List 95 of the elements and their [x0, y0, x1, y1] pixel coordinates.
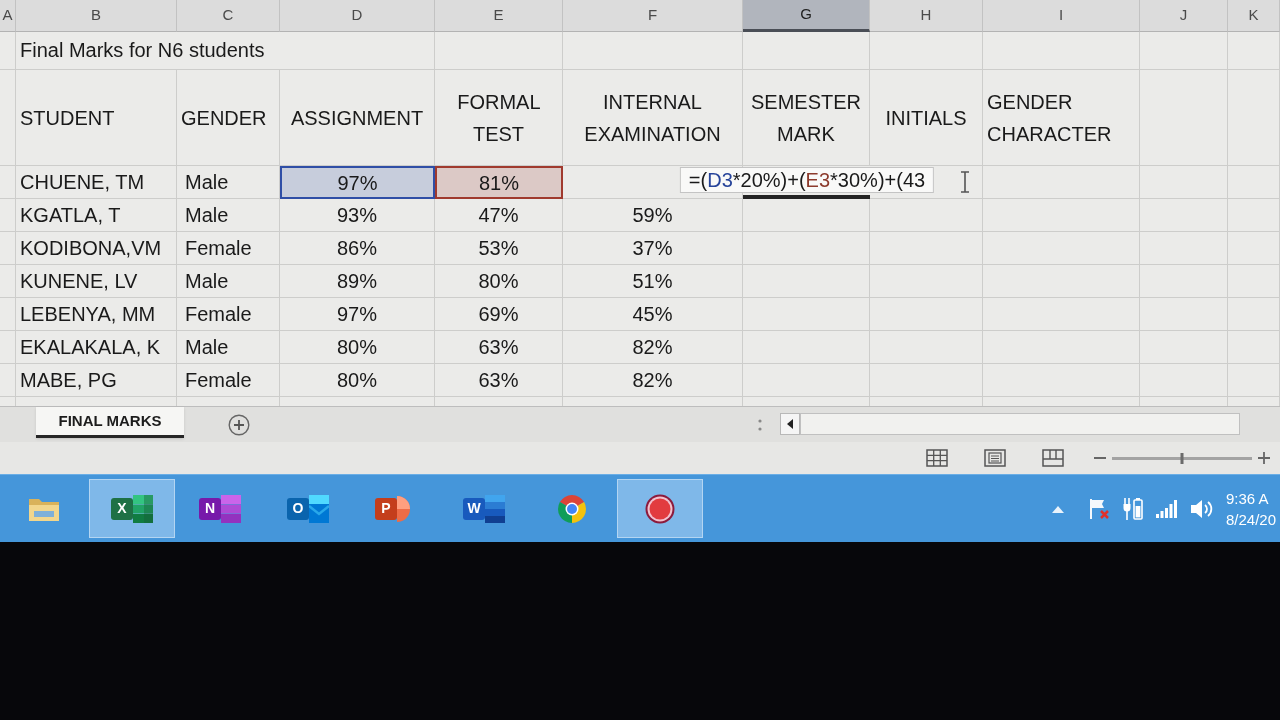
column-letter[interactable]: I [983, 0, 1140, 32]
student-name: LEBENYA, MM [20, 302, 156, 327]
student-name: KODIBONA,VM [20, 236, 162, 261]
taskbar-button[interactable]: P [353, 479, 439, 538]
column-heading: SEMESTER MARK [751, 89, 861, 147]
normal-view-icon[interactable] [926, 449, 948, 467]
envelope-icon [309, 494, 329, 523]
student-name: EKALAKALA, K [20, 335, 161, 360]
scroll-left-button[interactable] [780, 413, 800, 435]
score-value: 37% [632, 236, 673, 261]
student-name: MABE, PG [20, 368, 117, 393]
score-value: 82% [632, 335, 673, 360]
sheet-title: Final Marks for N6 students [20, 38, 265, 63]
column-letter[interactable]: B [16, 0, 177, 32]
zoom-slider-thumb[interactable] [1180, 452, 1184, 464]
score-value: 86% [337, 236, 377, 261]
score-value: 81% [479, 170, 519, 196]
column-heading: INTERNAL EXAMINATION [584, 89, 721, 147]
zoom-out-icon[interactable] [1094, 456, 1106, 460]
score-value: 59% [632, 203, 673, 228]
student-name: KUNENE, LV [20, 269, 138, 294]
caret-left-icon [787, 419, 793, 429]
page-break-icon[interactable] [1042, 449, 1064, 467]
circle-logo-icon [557, 493, 587, 524]
score-value: 82% [632, 368, 673, 393]
stacked-tiles-icon [485, 494, 505, 523]
sheet-tab[interactable]: FINAL MARKS [36, 407, 184, 438]
gender-value: Male [185, 170, 229, 195]
score-value: 80% [478, 269, 519, 294]
column-letter[interactable]: J [1140, 0, 1228, 32]
column-heading: GENDER CHARACTER [987, 89, 1112, 147]
column-letter[interactable]: G [743, 0, 870, 32]
speaker-icon[interactable] [1190, 497, 1214, 520]
taskbar-button[interactable]: N [177, 479, 263, 538]
score-value: 89% [337, 269, 377, 294]
column-letter[interactable]: F [563, 0, 743, 32]
flag-icon[interactable] [1088, 497, 1110, 520]
score-value: 45% [632, 302, 673, 327]
empty-cell [1228, 199, 1280, 232]
score-value: 63% [478, 368, 519, 393]
score-value: 53% [478, 236, 519, 261]
column-heading: STUDENT [20, 105, 115, 131]
taskbar-button[interactable]: X [89, 479, 175, 538]
stacked-tiles-icon [133, 494, 153, 523]
cell-editor[interactable]: =(D3*20%)+(E3*30%)+(43 [679, 167, 935, 193]
column-letter[interactable]: C [177, 0, 280, 32]
plus-circle-icon[interactable] [228, 414, 250, 436]
record-icon [645, 493, 675, 524]
score-value: 97% [337, 302, 377, 327]
signal-icon[interactable] [1156, 499, 1178, 518]
score-value: 80% [337, 368, 377, 393]
score-value: 63% [478, 335, 519, 360]
caret-up-icon[interactable] [1052, 504, 1064, 513]
column-letter[interactable]: K [1228, 0, 1280, 32]
taskbar-button[interactable]: W [441, 479, 527, 538]
column-letter[interactable]: H [870, 0, 983, 32]
score-value: 80% [337, 335, 377, 360]
gender-value: Male [185, 269, 229, 294]
score-value: 51% [632, 269, 673, 294]
text-cursor-icon [960, 171, 970, 193]
gender-value: Female [185, 368, 252, 393]
column-letter[interactable]: A [0, 0, 16, 32]
horizontal-scrollbar[interactable] [800, 413, 1240, 435]
column-heading: ASSIGNMENT [290, 105, 424, 131]
column-letter[interactable]: D [280, 0, 435, 32]
stacked-tiles-icon [221, 494, 241, 523]
empty-cell [1228, 265, 1280, 298]
gender-value: Female [185, 302, 252, 327]
student-name: CHUENE, TM [20, 170, 145, 195]
score-value: 69% [478, 302, 519, 327]
gender-value: Male [185, 203, 229, 228]
student-name: KGATLA, T [20, 203, 121, 228]
column-heading: GENDER [181, 105, 267, 131]
clock-date: 8/24/20 [1226, 509, 1277, 530]
score-value: 47% [478, 203, 519, 228]
empty-cell [1228, 166, 1280, 199]
empty-cell [1228, 298, 1280, 331]
column-heading: INITIALS [885, 105, 967, 131]
empty-cell [1228, 232, 1280, 265]
empty-cell [1228, 32, 1280, 70]
page-layout-icon[interactable] [984, 449, 1006, 467]
empty-cell [1228, 331, 1280, 364]
clock-time: 9:36 A [1226, 488, 1269, 509]
score-value: 97% [337, 170, 378, 196]
gender-value: Male [185, 335, 229, 360]
taskbar-button[interactable] [617, 479, 703, 538]
gender-value: Female [185, 236, 252, 261]
empty-cell [1228, 364, 1280, 397]
column-heading: FORMAL TEST [457, 89, 540, 147]
column-letter[interactable]: E [435, 0, 563, 32]
zoom-in-icon[interactable] [1258, 452, 1270, 464]
taskbar-button[interactable]: O [265, 479, 351, 538]
splitter-icon[interactable] [758, 419, 762, 431]
score-value: 93% [337, 203, 377, 228]
plug-battery-icon[interactable] [1122, 496, 1144, 521]
